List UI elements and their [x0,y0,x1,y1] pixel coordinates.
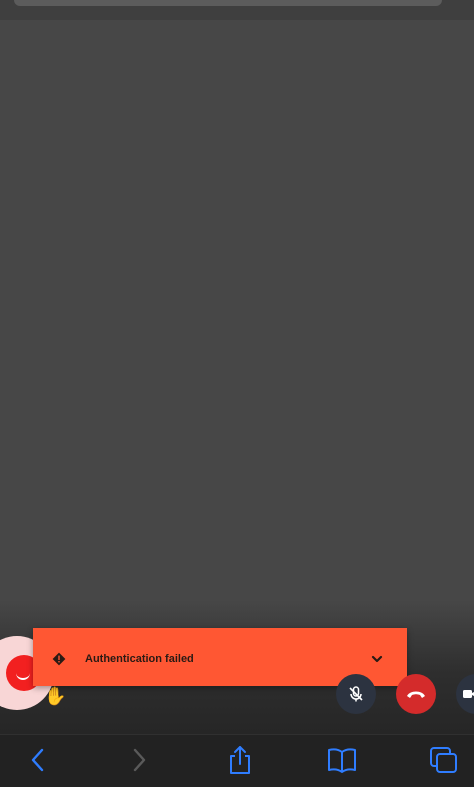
back-button[interactable] [22,744,54,776]
bookmarks-button[interactable] [326,744,358,776]
tabs-icon [430,747,457,773]
top-bar [0,0,474,20]
address-bar-edge[interactable] [14,0,442,6]
forward-icon [133,748,146,772]
hang-up-button[interactable] [396,674,436,714]
back-icon [31,748,44,772]
microphone-muted-icon [349,686,363,702]
video-camera-icon [463,690,474,698]
tabs-button[interactable] [428,744,460,776]
raise-hand-icon[interactable]: ✋ [44,686,66,706]
phone-hangup-icon [407,691,425,698]
share-button[interactable] [224,744,256,776]
chevron-down-icon[interactable] [368,650,386,668]
mute-microphone-button[interactable] [336,674,376,714]
toast-message: Authentication failed [85,653,194,665]
video-stage [0,20,474,620]
forward-button[interactable] [123,744,155,776]
share-icon [230,746,250,774]
bookmarks-icon [328,748,356,773]
warning-diamond-icon [52,652,66,666]
